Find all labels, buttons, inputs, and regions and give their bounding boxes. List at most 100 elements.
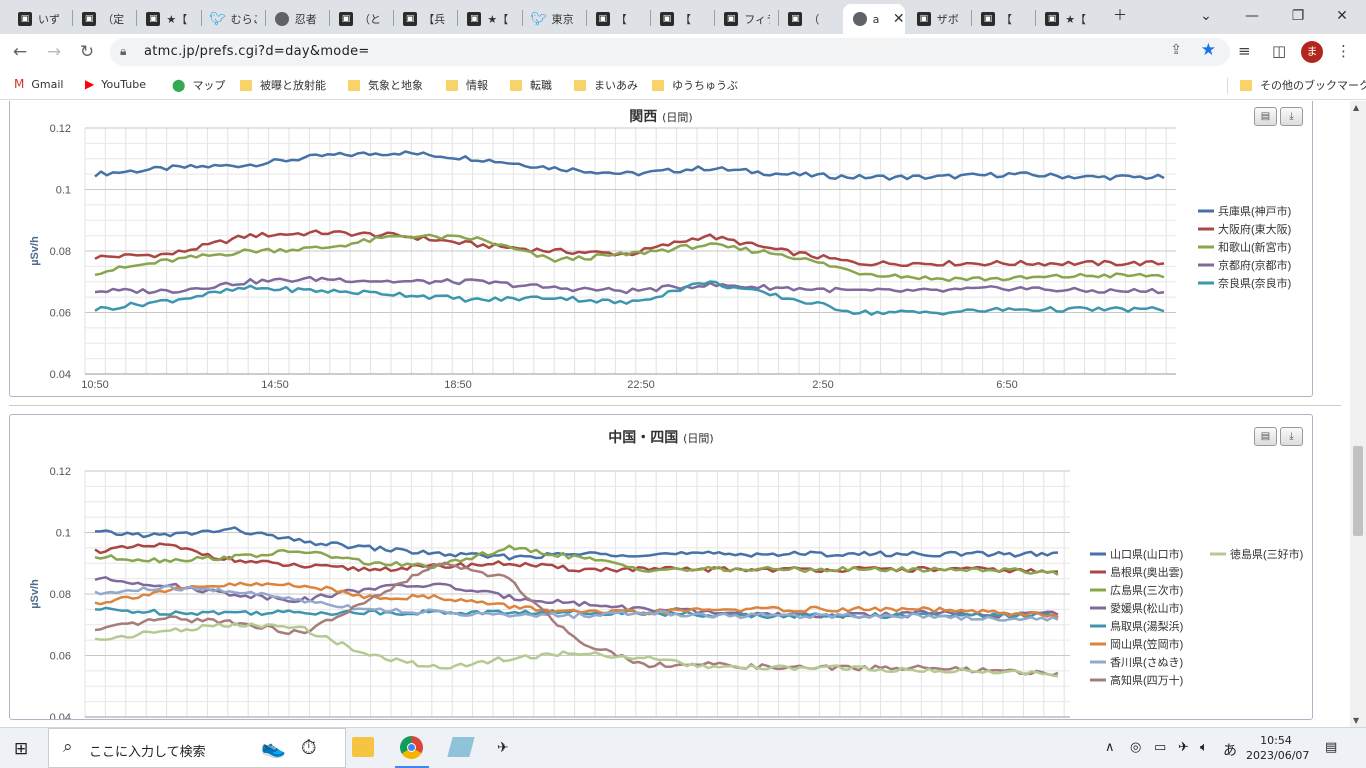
bookmark-folder-4[interactable]: 転職 <box>510 77 552 93</box>
gmail-icon: M <box>14 77 25 91</box>
browser-tab[interactable]: ▣ ザボ <box>907 4 969 34</box>
restore-button[interactable]: ❐ <box>1278 4 1318 28</box>
volume-icon[interactable]: 🔈︎ <box>1200 740 1208 755</box>
legend-item: 奈良県(奈良市) <box>1218 276 1291 290</box>
x-tick-label: 10:50 <box>81 379 109 391</box>
tab-separator <box>1035 10 1037 26</box>
notification-icon[interactable]: ▤ <box>1325 740 1337 755</box>
other-bookmarks-folder[interactable]: その他のブックマーク <box>1240 77 1366 93</box>
browser-tab[interactable]: ▣ いず <box>8 4 70 34</box>
y-tick-label: 0.1 <box>56 528 71 540</box>
browser-tab[interactable]: ▣ ★【 <box>1035 4 1097 34</box>
chart-panel-chugoku-shikoku: 中国・四国 (日間) ▤ ⤓ 0.040.060.080.10.12µSv/h1… <box>9 414 1313 720</box>
tab-search-chevron-icon[interactable]: ⌄ <box>1186 4 1226 28</box>
profile-avatar[interactable]: ま <box>1301 41 1323 63</box>
tab-favicon-icon: ▣ <box>403 12 418 26</box>
browser-tab[interactable]: ▣ フィラ <box>714 4 776 34</box>
url-text[interactable]: atmc.jp/prefs.cgi?d=day&mode= <box>144 44 370 59</box>
folder-icon <box>348 79 360 91</box>
ime-indicator[interactable]: あ <box>1223 740 1237 760</box>
lock-icon[interactable]: 🔒︎ <box>120 44 126 59</box>
bookmark-folder-3[interactable]: 情報 <box>446 77 488 93</box>
minimize-button[interactable]: — <box>1232 4 1272 28</box>
page-scrollbar[interactable]: ▲ ▼ <box>1350 101 1366 727</box>
tab-title: a <box>872 12 880 26</box>
share-icon[interactable]: ⇪ <box>1170 42 1182 58</box>
browser-tab[interactable]: ▣ 【 <box>971 4 1033 34</box>
browser-tab[interactable]: ▣ （ <box>778 4 840 34</box>
app-icon[interactable] <box>447 737 475 757</box>
browser-tab[interactable]: ▣ ★【 <box>136 4 198 34</box>
bookmark-folder-6[interactable]: ゆうちゅうぶ <box>652 77 738 93</box>
taskbar-search-box[interactable]: ⌕ ここに入力して検索 👟 ⏱ <box>48 728 346 768</box>
x-tick-label: 6:50 <box>996 379 1017 391</box>
tab-favicon-icon: ▣ <box>595 12 610 26</box>
panel-divider <box>9 405 1341 406</box>
chart-chugoku-shikoku: 0.040.060.080.10.12µSv/h14:5018:5022:502… <box>29 466 1303 719</box>
browser-tab[interactable]: 🐦︎ 東京 <box>522 4 584 34</box>
search-highlight-shoe-icon: 👟 <box>261 735 286 759</box>
chrome-icon[interactable] <box>400 736 423 759</box>
new-tab-button[interactable]: ＋ <box>1100 4 1140 28</box>
tab-favicon-icon: ▣ <box>467 12 482 26</box>
bookmark-star-icon[interactable]: ★ <box>1201 40 1216 60</box>
side-panel-icon[interactable]: ◫ <box>1272 42 1286 60</box>
taskbar-clock[interactable]: 10:54 2023/06/07 <box>1246 733 1309 763</box>
folder-icon <box>240 79 252 91</box>
windows-start-icon[interactable]: ⊞ <box>14 739 28 759</box>
tray-camera-icon[interactable]: ◎ <box>1130 740 1141 755</box>
legend-item: 愛媛県(松山市) <box>1110 601 1183 615</box>
x-tick-label: 18:50 <box>444 379 472 391</box>
bookmark-folder-2[interactable]: 気象と地象 <box>348 77 423 93</box>
tab-separator <box>457 10 459 26</box>
close-tab-icon[interactable]: ✕ <box>893 11 905 27</box>
browser-tab[interactable]: ▣ 【 <box>650 4 712 34</box>
back-button[interactable]: ← <box>8 40 32 64</box>
browser-tab[interactable]: a ✕ <box>842 4 905 34</box>
app-icon[interactable]: ✈ <box>497 740 509 756</box>
browser-tab[interactable]: ▣ （と <box>329 4 391 34</box>
bookmark-maps[interactable]: ⬤ マップ <box>172 77 225 93</box>
browser-tab[interactable]: 忍者 <box>265 4 327 34</box>
globe-icon <box>274 12 289 26</box>
menu-kebab-icon[interactable]: ⋮ <box>1336 42 1351 60</box>
tab-title: 【 <box>1001 13 1012 26</box>
bookmarks-bar: M Gmail ▶ YouTube ⬤ マップ 被曝と放射能 気象と地象 情報 転職 … <box>0 70 1366 100</box>
tab-title: ★【 <box>166 13 188 26</box>
bookmark-folder-5[interactable]: まいあみ <box>574 77 638 93</box>
tab-favicon-icon: ▣ <box>724 12 739 26</box>
airplane-mode-icon[interactable]: ✈ <box>1178 740 1189 755</box>
scrollbar-thumb[interactable] <box>1353 446 1363 536</box>
tab-title: ★【 <box>487 13 509 26</box>
youtube-icon: ▶ <box>85 77 95 91</box>
bookmark-gmail[interactable]: M Gmail <box>14 77 63 91</box>
browser-tab[interactable]: ▣ 【兵 <box>393 4 455 34</box>
browser-tab[interactable]: ▣ （定 <box>72 4 134 34</box>
forward-button[interactable]: → <box>42 40 66 64</box>
folder-icon <box>574 79 586 91</box>
tab-title: 東京 <box>551 13 574 26</box>
y-tick-label: 0.04 <box>50 369 71 381</box>
file-explorer-icon[interactable] <box>352 737 374 757</box>
scroll-down-arrow-icon[interactable]: ▼ <box>1353 716 1359 725</box>
tab-separator <box>650 10 651 26</box>
battery-icon[interactable]: ▭ <box>1154 740 1166 755</box>
close-window-button[interactable]: ✕ <box>1322 4 1362 28</box>
bookmark-youtube[interactable]: ▶ YouTube <box>85 77 146 91</box>
tab-separator <box>136 10 138 26</box>
address-bar[interactable]: 🔒︎ atmc.jp/prefs.cgi?d=day&mode= ⇪ ★ <box>110 38 1230 66</box>
twitter-icon: 🐦︎ <box>209 11 226 27</box>
tab-title: （ <box>808 13 820 26</box>
tab-title: （と <box>359 13 381 26</box>
bookmark-folder-1[interactable]: 被曝と放射能 <box>240 77 326 93</box>
reading-list-icon[interactable]: ≡ <box>1238 42 1251 60</box>
twitter-icon: 🐦︎ <box>530 11 547 27</box>
reload-button[interactable]: ↻ <box>75 40 99 64</box>
tray-chevron-up-icon[interactable]: ∧ <box>1105 740 1115 755</box>
browser-tab[interactable]: 🐦︎ むらこ <box>201 4 263 34</box>
browser-tab[interactable]: ▣ 【 <box>586 4 648 34</box>
series-line <box>94 280 1165 316</box>
folder-icon <box>1240 79 1252 91</box>
browser-tab[interactable]: ▣ ★【 <box>457 4 519 34</box>
scroll-up-arrow-icon[interactable]: ▲ <box>1353 103 1359 112</box>
